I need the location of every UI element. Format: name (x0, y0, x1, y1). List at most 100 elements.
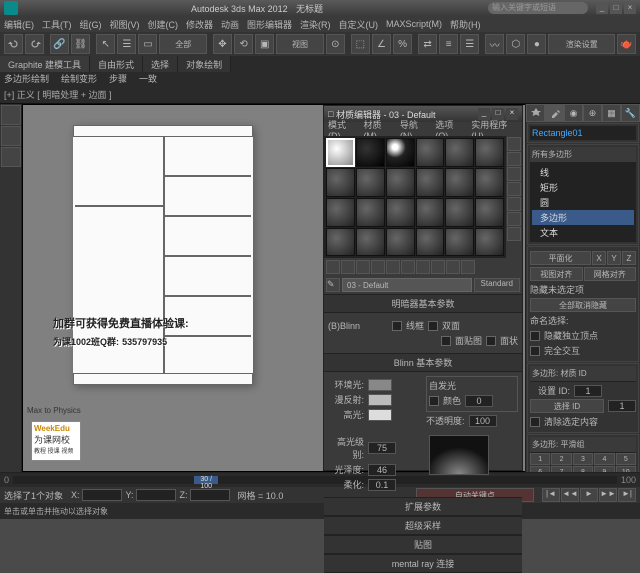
ribbon-tab-graphite[interactable]: Graphite 建模工具 (0, 56, 90, 72)
tab-display[interactable]: ▦ (602, 104, 621, 122)
select-name-button[interactable]: ☰ (117, 34, 136, 54)
menu-customize[interactable]: 自定义(U) (339, 18, 379, 31)
ribbon-tab-freeform[interactable]: 自由形式 (90, 56, 143, 72)
mat-side-6[interactable] (507, 212, 521, 226)
snap-button[interactable]: ⬚ (351, 34, 370, 54)
align-button[interactable]: ≡ (439, 34, 458, 54)
coord-x[interactable] (82, 489, 122, 501)
swatch-9[interactable] (386, 168, 415, 197)
chk-faceted[interactable] (486, 336, 496, 346)
move-button[interactable]: ✥ (213, 34, 232, 54)
mat-tb-get[interactable] (326, 260, 340, 274)
speclevel-val[interactable]: 75 (368, 442, 396, 454)
object-name[interactable]: Rectangle01 (530, 126, 636, 140)
specular-swatch[interactable] (368, 409, 392, 421)
menu-rendering[interactable]: 渲染(R) (300, 18, 331, 31)
swatch-5[interactable] (445, 138, 474, 167)
mat-side-4[interactable] (507, 182, 521, 196)
swatch-4[interactable] (416, 138, 445, 167)
mat-pick[interactable]: ✎ (326, 278, 340, 292)
mat-tb-copy[interactable] (386, 260, 400, 274)
mat-type-button[interactable]: Standard (474, 278, 520, 292)
undo-button[interactable] (4, 34, 23, 54)
mat-tb-reset[interactable] (371, 260, 385, 274)
minimize-button[interactable]: _ (596, 2, 608, 14)
rollup-maps[interactable]: 贴图 (324, 536, 522, 554)
angle-snap-button[interactable]: ∠ (372, 34, 391, 54)
menu-maxscript[interactable]: MAXScript(M) (386, 19, 442, 29)
rollup-matid[interactable]: 多边形: 材质 ID (530, 366, 636, 382)
btn-gridalign[interactable]: 网格对齐 (584, 267, 637, 281)
ribbon-paint-deform[interactable]: 绘制变形 (61, 72, 97, 85)
maximize-button[interactable]: □ (610, 2, 622, 14)
menu-help[interactable]: 帮助(H) (450, 18, 481, 31)
sg-1[interactable]: 1 (530, 453, 550, 465)
mat-side-5[interactable] (507, 197, 521, 211)
select-region-button[interactable]: ▭ (138, 34, 157, 54)
mat-side-3[interactable] (507, 167, 521, 181)
ambient-swatch[interactable] (368, 379, 392, 391)
selfillum-val[interactable]: 0 (465, 395, 493, 407)
swatch-22[interactable] (416, 228, 445, 257)
select-button[interactable]: ↖ (96, 34, 115, 54)
mat-side-1[interactable] (507, 137, 521, 151)
btn-z[interactable]: Z (622, 251, 636, 265)
diffuse-swatch[interactable] (368, 394, 392, 406)
ribbon-steps[interactable]: 步骤 (109, 72, 127, 85)
btn-x[interactable]: X (592, 251, 606, 265)
setid-val[interactable]: 1 (574, 385, 602, 397)
mat-tb-make[interactable] (416, 260, 430, 274)
goto-end[interactable]: ►| (618, 488, 636, 502)
menu-edit[interactable]: 编辑(E) (4, 18, 34, 31)
swatch-20[interactable] (356, 228, 385, 257)
rollup-blinn[interactable]: Blinn 基本参数 (324, 354, 522, 372)
swatch-14[interactable] (356, 198, 385, 227)
tab-utilities[interactable]: 🔧 (621, 104, 640, 122)
swatch-23[interactable] (445, 228, 474, 257)
chk-2side[interactable] (428, 321, 438, 331)
time-slider[interactable]: 30 / 100 (13, 476, 617, 484)
ref-coord-dropdown[interactable]: 视图 (276, 34, 324, 54)
percent-snap-button[interactable]: % (393, 34, 412, 54)
redo-button[interactable] (25, 34, 44, 54)
chk-hidden[interactable] (530, 331, 540, 341)
ribbon-tab-objectpaint[interactable]: 对象绘制 (178, 56, 231, 72)
ribbon-conform[interactable]: 一致 (139, 72, 157, 85)
tab-hierarchy[interactable]: ◉ (564, 104, 583, 122)
pivot-button[interactable]: ⊙ (326, 34, 345, 54)
swatch-8[interactable] (356, 168, 385, 197)
selid-val[interactable]: 1 (608, 400, 636, 412)
layers-button[interactable]: ☰ (460, 34, 479, 54)
btn-selid[interactable]: 选择 ID (530, 399, 604, 413)
chk-selfillum[interactable] (429, 396, 439, 406)
sg-3[interactable]: 3 (573, 453, 593, 465)
swatch-17[interactable] (445, 198, 474, 227)
swatch-18[interactable] (475, 198, 504, 227)
btn-unhideall[interactable]: 全部取消隐藏 (530, 298, 636, 312)
render-button[interactable]: 🫖 (617, 34, 636, 54)
rollup-ss[interactable]: 超级采样 (324, 517, 522, 535)
swatch-13[interactable] (326, 198, 355, 227)
timeline[interactable]: 0 30 / 100 100 (0, 473, 640, 487)
menu-group[interactable]: 组(G) (80, 18, 102, 31)
prev-frame[interactable]: ◄◄ (561, 488, 579, 502)
menu-view[interactable]: 视图(V) (110, 18, 140, 31)
mat-tb-put[interactable] (341, 260, 355, 274)
play[interactable]: ► (580, 488, 598, 502)
rollup-shader[interactable]: 明暗器基本参数 (324, 295, 522, 313)
mirror-button[interactable]: ⇄ (418, 34, 437, 54)
menu-create[interactable]: 创建(C) (148, 18, 179, 31)
material-editor-button[interactable]: ● (527, 34, 546, 54)
btn-y[interactable]: Y (607, 251, 621, 265)
vtools-2[interactable] (1, 126, 21, 146)
scale-button[interactable]: ▣ (255, 34, 274, 54)
menu-tools[interactable]: 工具(T) (42, 18, 72, 31)
coord-z[interactable] (190, 489, 230, 501)
rollup-shapes-hdr[interactable]: 所有多边形 (530, 147, 636, 163)
next-frame[interactable]: ►► (599, 488, 617, 502)
gloss-val[interactable]: 46 (368, 464, 396, 476)
menu-modifiers[interactable]: 修改器 (186, 18, 213, 31)
ribbon-tab-selection[interactable]: 选择 (143, 56, 178, 72)
mat-side-7[interactable] (507, 227, 521, 241)
tab-create[interactable] (526, 104, 545, 122)
